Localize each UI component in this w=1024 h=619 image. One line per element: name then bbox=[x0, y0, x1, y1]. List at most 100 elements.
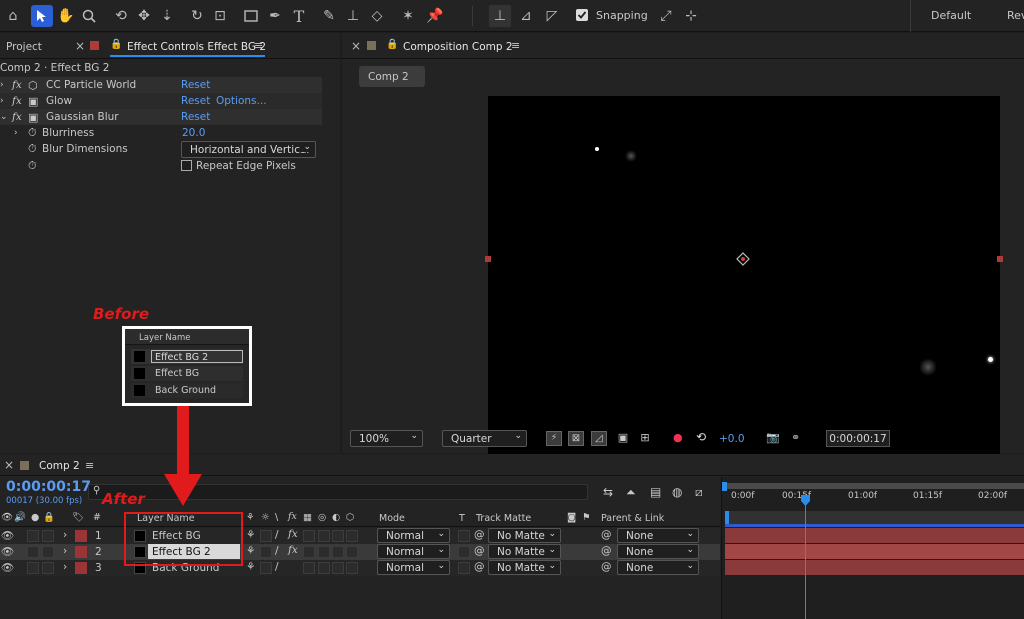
grid-guides-icon[interactable]: ⊞ bbox=[637, 431, 653, 446]
solo-cell[interactable] bbox=[27, 562, 39, 574]
switch-cell[interactable] bbox=[303, 546, 315, 558]
draft-3d-icon[interactable]: ⏶ bbox=[626, 485, 636, 500]
options-button[interactable]: Options... bbox=[216, 95, 267, 107]
expand-chevron-icon[interactable]: › bbox=[0, 80, 4, 90]
parent-dropdown[interactable]: None ⌄ bbox=[617, 528, 699, 543]
graph-editor-icon[interactable]: ⧄ bbox=[695, 485, 703, 500]
expand-chevron-icon[interactable]: › bbox=[63, 561, 67, 573]
panel-menu-icon[interactable]: ≡ bbox=[511, 39, 520, 52]
stopwatch-icon[interactable]: ⏱ bbox=[28, 126, 37, 140]
lock-icon[interactable]: 🔒 bbox=[43, 512, 55, 523]
shy-switch-icon[interactable]: ⚘ bbox=[246, 561, 255, 573]
work-area-start-handle[interactable] bbox=[722, 482, 727, 491]
frame-blend-switch-icon[interactable]: ▦ bbox=[303, 512, 312, 523]
collapse-switch-icon[interactable]: ☼ bbox=[261, 512, 270, 523]
pick-whip-icon[interactable]: @ bbox=[474, 529, 485, 541]
roto-brush-tool-icon[interactable]: ✶ bbox=[397, 5, 419, 27]
switch-cell[interactable] bbox=[332, 530, 344, 542]
3d-layer-switch-icon[interactable]: ⬡ bbox=[346, 512, 354, 523]
layer-bar[interactable] bbox=[725, 560, 1024, 575]
switch-cell[interactable] bbox=[318, 546, 330, 558]
exposure-value[interactable]: +0.0 bbox=[719, 433, 745, 445]
mask-visibility-icon[interactable]: ◿ bbox=[591, 431, 607, 446]
tab-effect-controls[interactable]: Effect Controls Effect BG 2 bbox=[127, 41, 266, 53]
color-channels-icon[interactable]: ● bbox=[673, 431, 683, 444]
shy-layers-icon[interactable]: ▤ bbox=[650, 485, 661, 499]
layer-handle[interactable] bbox=[485, 256, 491, 262]
fx-icon[interactable]: fx bbox=[12, 111, 22, 123]
eye-icon[interactable]: 👁 bbox=[1, 545, 14, 558]
dolly-camera-icon[interactable]: ⇣ bbox=[156, 5, 178, 27]
stopwatch-icon[interactable]: ⏱ bbox=[28, 159, 37, 173]
eye-icon[interactable]: 👁 bbox=[1, 529, 14, 542]
parent-pick-whip-icon[interactable]: @ bbox=[601, 561, 612, 573]
switch-cell[interactable] bbox=[346, 562, 358, 574]
view-axis-icon[interactable]: ◸ bbox=[541, 5, 563, 27]
work-area-bar[interactable] bbox=[725, 483, 1024, 489]
collapse-chevron-icon[interactable]: ⌄ bbox=[0, 112, 8, 122]
workspace-default[interactable]: Default bbox=[931, 9, 971, 22]
quality-switch-icon[interactable]: \ bbox=[275, 512, 278, 523]
comp-mini-flowchart-icon[interactable]: ⇆ bbox=[603, 485, 613, 499]
mode-dropdown[interactable]: Normal ⌄ bbox=[377, 560, 450, 575]
reset-button[interactable]: Reset bbox=[181, 79, 210, 91]
snap-edge-icon[interactable]: ⤢ bbox=[655, 5, 677, 27]
rectangle-tool-icon[interactable] bbox=[240, 5, 262, 27]
anchor-point-icon[interactable] bbox=[736, 252, 750, 266]
expand-chevron-icon[interactable]: › bbox=[14, 128, 18, 138]
snapping-checkbox[interactable] bbox=[576, 9, 588, 21]
solo-toggle-icon[interactable]: ● bbox=[31, 512, 39, 523]
track-matte-dropdown[interactable]: No Matte ⌄ bbox=[488, 544, 561, 559]
brush-tool-icon[interactable]: ✎ bbox=[318, 5, 340, 27]
pen-tool-icon[interactable]: ✒ bbox=[264, 5, 286, 27]
expand-chevron-icon[interactable]: › bbox=[0, 96, 4, 106]
playhead-handle[interactable] bbox=[800, 495, 811, 506]
effect-row[interactable]: › fx ▣ Glow Reset Options... bbox=[0, 93, 322, 109]
switch-cell[interactable] bbox=[303, 530, 315, 542]
lock-cell[interactable] bbox=[42, 562, 54, 574]
clone-stamp-tool-icon[interactable]: ⊥ bbox=[342, 5, 364, 27]
fx-switch-icon[interactable]: fx bbox=[288, 528, 298, 540]
shy-switch-icon[interactable]: ⚘ bbox=[246, 545, 255, 557]
blurriness-value[interactable]: 20.0 bbox=[182, 127, 205, 139]
video-toggle-icon[interactable]: 👁 bbox=[1, 512, 13, 523]
fx-switch-icon[interactable]: fx bbox=[288, 544, 298, 556]
layer-bar[interactable] bbox=[725, 528, 1024, 543]
adjustment-switch-icon[interactable]: ◐ bbox=[332, 512, 340, 523]
solo-cell[interactable] bbox=[27, 546, 39, 558]
layer-bar[interactable] bbox=[725, 544, 1024, 559]
mode-dropdown[interactable]: Normal ⌄ bbox=[377, 544, 450, 559]
lock-icon[interactable]: 🔒 bbox=[386, 39, 398, 50]
fx-icon[interactable]: fx bbox=[288, 511, 297, 522]
solo-cell[interactable] bbox=[27, 530, 39, 542]
switch-cell[interactable] bbox=[303, 562, 315, 574]
quality-switch-icon[interactable]: / bbox=[275, 561, 279, 573]
quality-switch-icon[interactable]: / bbox=[275, 529, 279, 541]
expand-chevron-icon[interactable]: › bbox=[63, 529, 67, 541]
close-icon[interactable]: × bbox=[75, 39, 85, 53]
switch-cell[interactable] bbox=[332, 562, 344, 574]
switch-cell[interactable] bbox=[318, 530, 330, 542]
fast-preview-icon[interactable]: ⚡ bbox=[546, 431, 562, 446]
table-row[interactable]: 👁 › 2 Effect BG 2 ⚘ / fx Normal ⌄ @ No Ma… bbox=[0, 544, 720, 560]
switch-cell[interactable] bbox=[346, 530, 358, 542]
switch-cell[interactable] bbox=[346, 546, 358, 558]
fx-icon[interactable]: fx bbox=[12, 95, 22, 107]
close-icon[interactable]: × bbox=[351, 39, 361, 53]
zoom-dropdown[interactable]: 100% ⌄ bbox=[350, 430, 423, 447]
blur-dimensions-dropdown[interactable]: Horizontal and Vertical ⌄ bbox=[181, 141, 316, 158]
transparency-grid-icon[interactable]: ⊠ bbox=[568, 431, 584, 446]
pan-behind-tool-icon[interactable]: ⊡ bbox=[209, 5, 231, 27]
workspace-review[interactable]: Rev bbox=[1007, 9, 1024, 22]
panel-menu-icon[interactable]: ≡ bbox=[85, 459, 94, 472]
parent-dropdown[interactable]: None ⌄ bbox=[617, 560, 699, 575]
label-swatch[interactable] bbox=[75, 562, 87, 574]
selection-tool-icon[interactable] bbox=[31, 5, 53, 27]
panel-menu-icon[interactable]: ≡ bbox=[254, 39, 263, 52]
audio-toggle-icon[interactable]: 🔊 bbox=[14, 512, 26, 523]
parent-pick-whip-icon[interactable]: @ bbox=[601, 529, 612, 541]
reset-button[interactable]: Reset bbox=[181, 95, 210, 107]
layer-handle[interactable] bbox=[997, 256, 1003, 262]
track-matte-dropdown[interactable]: No Matte ⌄ bbox=[488, 560, 561, 575]
lock-cell[interactable] bbox=[42, 546, 54, 558]
